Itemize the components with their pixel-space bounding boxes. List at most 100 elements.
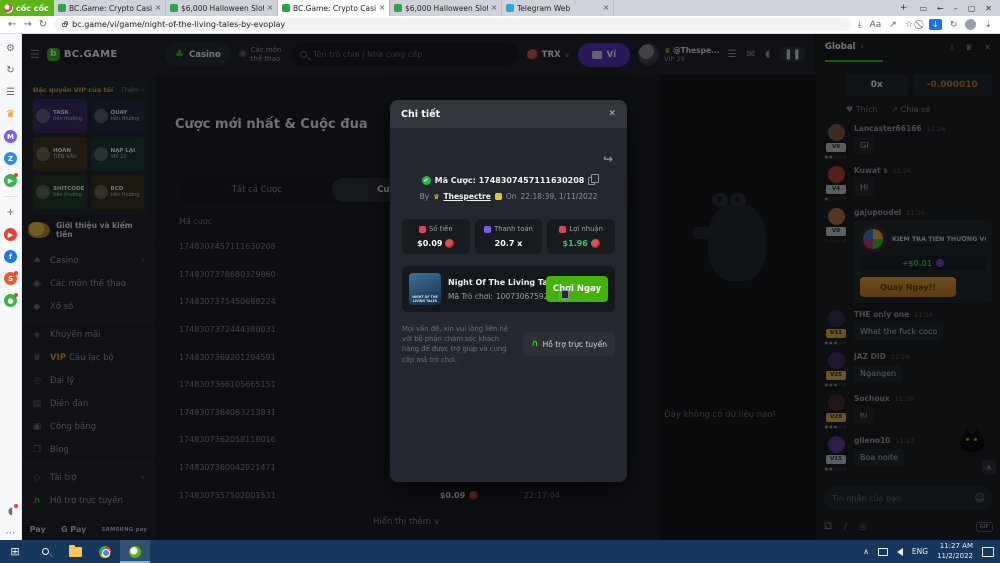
chat-toggle-icon[interactable]: ❚❚ bbox=[780, 47, 805, 62]
browser-logo[interactable]: cốc cốc bbox=[0, 0, 54, 16]
sync-icon[interactable]: ↻ bbox=[950, 20, 958, 30]
sidebar-menu-item[interactable]: ♛ VIP Câu lạc bộ bbox=[22, 346, 155, 369]
vip-tile[interactable]: HOÀNTIỀN XẤU bbox=[33, 137, 87, 171]
avatar[interactable] bbox=[828, 352, 845, 369]
bets-list-icon[interactable]: ☰ bbox=[728, 49, 737, 60]
dice-icon[interactable]: ⚁ bbox=[824, 522, 832, 532]
sidebar-menu-item[interactable]: ▤ Diễn đàn bbox=[22, 392, 155, 415]
emoji-icon[interactable]: ☺ bbox=[975, 493, 985, 504]
back-button[interactable]: ← bbox=[8, 19, 16, 30]
games-icon[interactable]: ▶ bbox=[4, 174, 17, 187]
vip-more-link[interactable]: Thêm › bbox=[121, 86, 144, 94]
translate-icon[interactable]: Aa bbox=[870, 20, 882, 30]
chevron-right-icon[interactable]: › bbox=[860, 42, 938, 52]
command-icon[interactable]: / bbox=[844, 522, 847, 532]
browser-tab[interactable]: $6,000 Halloween Slot Battl ✕ bbox=[166, 0, 278, 16]
reload-button[interactable]: ↻ bbox=[39, 19, 47, 30]
like-button[interactable]: ♥ Thích bbox=[846, 105, 877, 114]
currency-selector[interactable]: TRX ∨ bbox=[527, 49, 570, 60]
message-author[interactable]: Lancaster66166 bbox=[854, 124, 922, 133]
avatar[interactable] bbox=[828, 436, 845, 453]
vip-tile[interactable]: SHITCODEtiền thưởng bbox=[33, 175, 87, 209]
action-center-icon[interactable] bbox=[982, 547, 994, 557]
bookmark-icon[interactable]: ☆ bbox=[905, 20, 913, 30]
network-icon[interactable] bbox=[878, 548, 888, 556]
vip-tile[interactable]: NẠP LẠIVIP 22 bbox=[91, 137, 145, 171]
sidebar-menu-item[interactable]: ◈ Khuyến mãi bbox=[22, 323, 155, 346]
tab-close-icon[interactable]: ✕ bbox=[603, 4, 609, 12]
sidebar-menu-item[interactable]: ▣ Công bằng bbox=[22, 415, 155, 438]
share-bet-icon[interactable]: ↪ bbox=[603, 152, 613, 166]
info-icon[interactable]: i bbox=[951, 43, 953, 52]
add-shortcut-icon[interactable]: + bbox=[4, 206, 17, 219]
shopee-icon[interactable]: S bbox=[4, 272, 17, 285]
profile-avatar-icon[interactable] bbox=[965, 19, 976, 30]
sidebar-toggle-icon[interactable]: ☰ bbox=[30, 48, 40, 61]
message-author[interactable]: THE only one bbox=[854, 310, 909, 319]
language-indicator[interactable]: ENG bbox=[912, 547, 928, 556]
chat-app-icon[interactable]: ● bbox=[4, 294, 17, 307]
message-author[interactable]: JAZ DID bbox=[854, 352, 886, 361]
sidebar-menu-item[interactable]: ◆ Xổ số bbox=[22, 295, 155, 318]
zalo-icon[interactable]: Z bbox=[4, 152, 17, 165]
maximize-button[interactable]: ▢ bbox=[968, 4, 976, 13]
copy-icon[interactable] bbox=[559, 292, 566, 300]
avatar[interactable] bbox=[828, 124, 845, 141]
avatar[interactable] bbox=[828, 310, 845, 327]
message-author[interactable]: gileno10 bbox=[854, 436, 891, 445]
gif-button[interactable]: GIF bbox=[976, 522, 993, 532]
bet-owner-link[interactable]: Thespectre bbox=[444, 192, 491, 201]
tab-close-icon[interactable]: ✕ bbox=[491, 4, 497, 12]
sports-tab[interactable]: ◉ Các môn thể thao bbox=[239, 46, 283, 64]
message-author[interactable]: gajupoudel bbox=[854, 208, 901, 217]
avatar[interactable] bbox=[828, 208, 845, 225]
save-page-icon[interactable]: ⤓ bbox=[858, 20, 862, 30]
shared-bet-card[interactable]: 0x -0.000010 ♥ Thích ↗ Chia sẻ bbox=[846, 74, 992, 114]
game-thumbnail[interactable]: NIGHT OF THE LIVING TALES bbox=[409, 273, 441, 305]
close-window-button[interactable]: ✕ bbox=[985, 4, 992, 13]
vip-tile[interactable]: TASKtiền thưởng bbox=[33, 99, 87, 133]
bets-tab[interactable]: Tất cả Cược bbox=[182, 178, 332, 202]
scroll-to-bottom-button[interactable]: ∧ bbox=[982, 460, 996, 474]
game-search-input[interactable]: Tên trò chơi | Nhà cung cấp bbox=[291, 43, 519, 66]
messenger-icon[interactable]: M bbox=[4, 130, 17, 143]
copy-icon[interactable] bbox=[588, 177, 595, 185]
settings-icon[interactable]: ⚙ bbox=[4, 42, 17, 55]
trophy-icon[interactable]: ♛ bbox=[965, 43, 972, 52]
share-icon[interactable]: ↗ bbox=[889, 20, 897, 30]
modal-close-icon[interactable]: ✕ bbox=[608, 109, 616, 119]
rules-icon[interactable]: ◎ bbox=[859, 522, 867, 532]
sidebar-menu-item[interactable]: ♠ Casino › bbox=[22, 249, 155, 272]
vip-tile[interactable]: QUAYtiền thưởng bbox=[91, 99, 145, 133]
casino-tab[interactable]: ♣ Casino bbox=[165, 43, 231, 66]
sidebar-menu-item[interactable]: ❐ Blog bbox=[22, 438, 155, 461]
chat-close-icon[interactable]: ✕ bbox=[984, 43, 991, 52]
taskbar-clock[interactable]: 11:27 AM 11/2/2022 bbox=[937, 542, 973, 560]
tab-close-icon[interactable]: ✕ bbox=[155, 4, 161, 12]
tab-close-icon[interactable]: ✕ bbox=[267, 4, 273, 12]
youtube-icon[interactable]: ▶ bbox=[4, 228, 17, 241]
download-extension-icon[interactable]: ↓ bbox=[929, 19, 942, 30]
browser-tab[interactable]: Telegram Web ✕ bbox=[502, 0, 614, 16]
file-explorer-icon[interactable] bbox=[60, 540, 90, 563]
tray-expand-icon[interactable]: ∧ bbox=[863, 547, 869, 556]
chat-channel-tab[interactable]: Global bbox=[825, 42, 855, 52]
spin-now-button[interactable]: Quay Ngay!! bbox=[860, 277, 956, 297]
sidebar-menu-item[interactable]: ◉ Các môn thể thao bbox=[22, 272, 155, 295]
sidebar-menu-item[interactable]: ∩ Hỗ trợ trực tuyến bbox=[22, 489, 155, 512]
facebook-icon[interactable]: f bbox=[4, 250, 17, 263]
downloads-icon[interactable]: ⇣ bbox=[984, 20, 992, 30]
table-row[interactable]: 1748307357502001531 $0.09 22:17:04 bbox=[179, 481, 634, 509]
site-logo[interactable]: b BC.GAME bbox=[47, 48, 118, 61]
avatar[interactable] bbox=[828, 394, 845, 411]
start-button[interactable]: ⊞ bbox=[0, 540, 30, 563]
vip-tile[interactable]: BCDtiền thưởng bbox=[91, 175, 145, 209]
message-author[interactable]: Sochoux bbox=[854, 394, 890, 403]
more-icon[interactable]: ⋯ bbox=[4, 527, 17, 540]
browser-tab[interactable]: BC.Game: Crypto Casino Gan ✕ bbox=[54, 0, 166, 16]
bell-icon[interactable]: ◖ bbox=[765, 49, 770, 60]
sidebar-menu-item[interactable]: ◎ Đại lý bbox=[22, 369, 155, 392]
show-more-button[interactable]: Hiển thị thêm ∨ bbox=[179, 517, 634, 527]
user-profile[interactable]: ♛ @Thespe... VIP 29 bbox=[638, 44, 719, 65]
message-author[interactable]: Kuwat s bbox=[854, 166, 888, 175]
